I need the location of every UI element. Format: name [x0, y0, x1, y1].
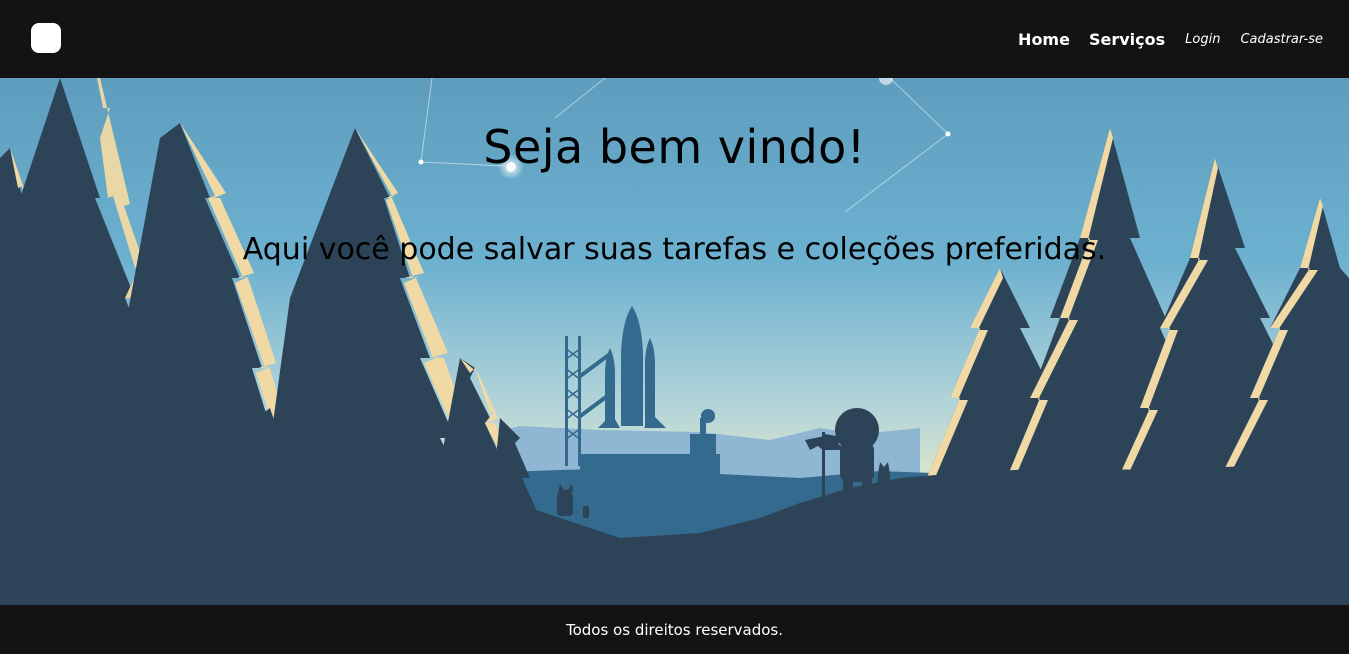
hero-title: Seja bem vindo! — [483, 120, 866, 174]
navbar: Home Serviços Login Cadastrar-se — [0, 0, 1349, 78]
footer: Todos os direitos reservados. — [0, 605, 1349, 654]
nav-links: Home Serviços Login Cadastrar-se — [1018, 0, 1323, 78]
nav-login-link[interactable]: Login — [1185, 32, 1220, 47]
hero-section: Seja bem vindo! Aqui você pode salvar su… — [0, 78, 1349, 605]
nav-cadastrar-link[interactable]: Cadastrar-se — [1240, 32, 1323, 47]
footer-text: Todos os direitos reservados. — [565, 620, 784, 639]
logo[interactable] — [31, 23, 61, 53]
nav-servicos-link[interactable]: Serviços — [1089, 30, 1165, 49]
nav-home-link[interactable]: Home — [1018, 30, 1070, 49]
hero-subtitle: Aqui você pode salvar suas tarefas e col… — [242, 232, 1107, 267]
